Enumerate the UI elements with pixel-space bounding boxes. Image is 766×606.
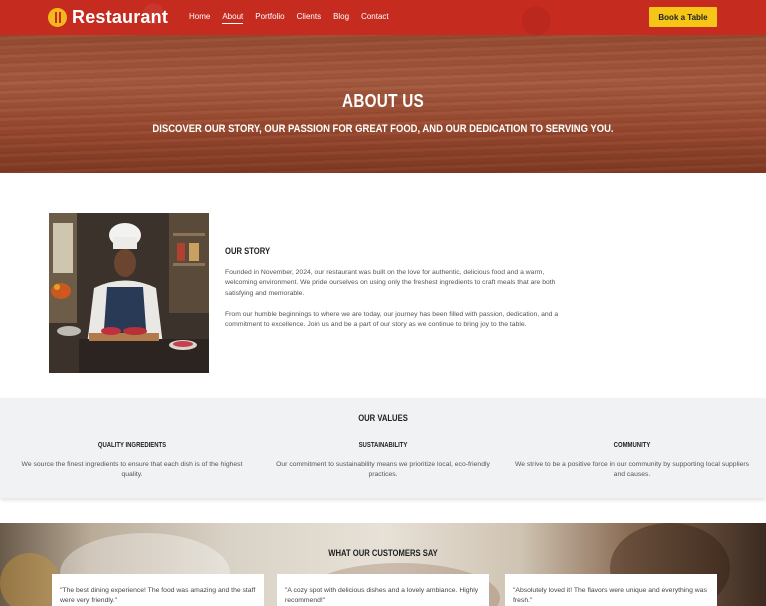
testimonial-quote: "A cozy spot with delicious dishes and a… (285, 587, 479, 604)
value-text: We source the finest ingredients to ensu… (21, 461, 243, 478)
value-heading: QUALITY INGREDIENTS (97, 442, 167, 449)
hero-subtitle: DISCOVER OUR STORY, OUR PASSION FOR GREA… (152, 123, 614, 135)
value-text: Our commitment to sustainability means w… (276, 461, 490, 478)
values-section: OUR VALUES QUALITY INGREDIENTS We source… (0, 398, 766, 498)
value-quality: QUALITY INGREDIENTS We source the finest… (14, 442, 250, 480)
testimonial-quote: "Absolutely loved it! The flavors were u… (513, 587, 707, 604)
nav-home[interactable]: Home (189, 12, 210, 24)
top-nav: Restaurant Home About Portfolio Clients … (0, 0, 766, 35)
testimonials-title: WHAT OUR CUSTOMERS SAY (328, 548, 438, 558)
nav-blog[interactable]: Blog (333, 12, 349, 24)
value-sustainability: SUSTAINABILITY Our commitment to sustain… (265, 442, 501, 480)
fork-knife-icon (48, 8, 67, 27)
value-heading: SUSTAINABILITY (358, 442, 408, 449)
nav-contact[interactable]: Contact (361, 12, 389, 24)
main-menu: Home About Portfolio Clients Blog Contac… (189, 12, 401, 24)
chef-photo (49, 213, 209, 373)
book-table-button[interactable]: Book a Table (649, 7, 717, 27)
background-blur (0, 553, 60, 606)
value-community: COMMUNITY We strive to be a positive for… (514, 442, 750, 480)
story-title: OUR STORY (225, 246, 271, 256)
testimonial-card: "A cozy spot with delicious dishes and a… (277, 574, 489, 606)
testimonial-card: "The best dining experience! The food wa… (52, 574, 264, 606)
logo-text: Restaurant (72, 7, 169, 27)
value-text: We strive to be a positive force in our … (514, 461, 750, 478)
story-paragraph-2: From our humble beginnings to where we a… (225, 311, 559, 329)
nav-portfolio[interactable]: Portfolio (255, 12, 284, 24)
testimonials-section: WHAT OUR CUSTOMERS SAY "The best dining … (0, 523, 766, 606)
nav-clients[interactable]: Clients (297, 12, 321, 24)
values-title: OUR VALUES (358, 413, 408, 423)
value-heading: COMMUNITY (613, 442, 651, 449)
logo[interactable]: Restaurant (48, 7, 168, 28)
testimonial-quote: "The best dining experience! The food wa… (60, 587, 256, 604)
testimonial-card: "Absolutely loved it! The flavors were u… (505, 574, 717, 606)
nav-about[interactable]: About (222, 12, 244, 24)
story-paragraph-1: Founded in November, 2024, our restauran… (225, 269, 556, 297)
hero-title: ABOUT US (342, 91, 424, 111)
chef-illustration (49, 213, 209, 373)
hero-banner: ABOUT US DISCOVER OUR STORY, OUR PASSION… (0, 35, 766, 173)
